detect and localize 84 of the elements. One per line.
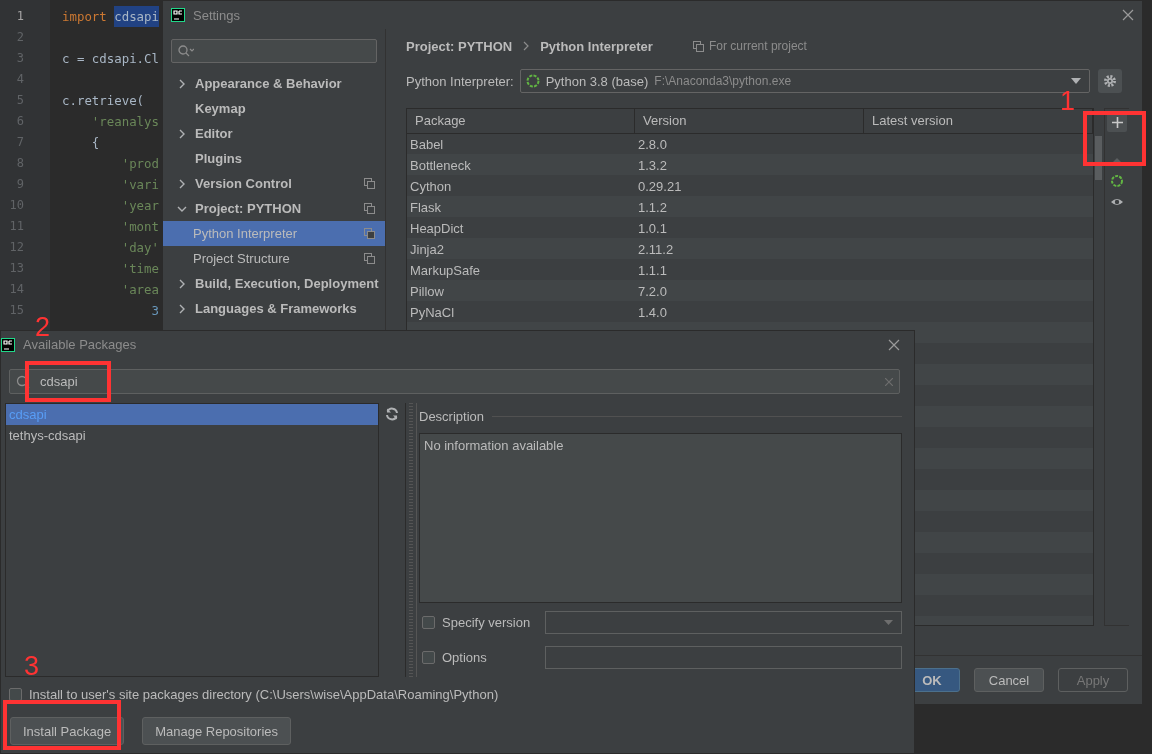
table-cell-text: 1.1.1 (637, 262, 668, 280)
chevron-icon[interactable] (177, 78, 187, 89)
column-header[interactable]: Package (407, 109, 635, 133)
column-header[interactable]: Latest version (864, 109, 1093, 133)
column-header[interactable]: Version (635, 109, 864, 133)
checkbox-label: Specify version (442, 615, 532, 630)
dialog-button[interactable]: Cancel (974, 668, 1044, 692)
scrollbar-thumb[interactable] (1095, 136, 1102, 180)
chevron-icon (522, 41, 531, 51)
chevron-icon[interactable] (177, 178, 187, 189)
sidebar-item[interactable]: Appearance & Behavior (163, 71, 385, 96)
sidebar-item[interactable]: Editor (163, 121, 385, 146)
sidebar-item[interactable]: Version Control (163, 171, 385, 196)
checkbox[interactable] (422, 616, 435, 629)
table-cell-text: 1.3.2 (637, 157, 668, 175)
breadcrumb-item[interactable]: Python Interpreter (540, 38, 653, 54)
code-text: 'vari (120, 176, 159, 194)
table-cell-text: Flask (409, 199, 443, 217)
checkbox-label: Options (442, 650, 488, 665)
app-logo-icon (1, 337, 15, 352)
code-text: 'year (120, 197, 159, 215)
sidebar-item[interactable]: Keymap (163, 96, 385, 121)
settings-button[interactable] (1097, 69, 1122, 93)
search-field[interactable]: cdsapi (9, 369, 900, 394)
table-cell-text: Babel (409, 136, 445, 154)
code-text: 'area (120, 281, 159, 299)
table-cell-text: 1.4.0 (637, 304, 668, 322)
table-cell-text: MarkupSafe (409, 262, 482, 280)
highlight-frame (1083, 111, 1146, 166)
code-text: { (90, 134, 100, 152)
field-label: Python Interpreter: (406, 73, 514, 89)
app-logo-icon (171, 8, 185, 22)
chevron-icon[interactable] (177, 303, 187, 314)
table-cell-text: 1.0.1 (637, 220, 668, 238)
code-text: 3 (150, 302, 159, 320)
sidebar-item[interactable]: Languages & Frameworks (163, 296, 385, 321)
copy-icon (692, 40, 704, 52)
dropdown-arrow-icon (1070, 78, 1081, 84)
breadcrumb-item[interactable]: Project: PYTHON (406, 38, 513, 54)
options-field[interactable] (545, 646, 902, 669)
dialog-button[interactable]: Manage Repositories (142, 717, 292, 745)
table-cell-text: 1.1.2 (637, 199, 668, 217)
checkbox[interactable] (9, 687, 22, 701)
search-field[interactable] (171, 39, 377, 63)
checkbox[interactable] (422, 651, 435, 664)
table-cell-text: HeapDict (409, 220, 465, 238)
chevron-icon[interactable] (177, 278, 187, 289)
code-text: c = cdsapi.Cl (62, 50, 159, 68)
code-text: 'day' (120, 239, 159, 257)
dropdown-arrow-icon (884, 620, 893, 625)
sidebar-item[interactable]: Project Structure (163, 246, 385, 271)
table-cell-text: Pillow (409, 283, 445, 301)
gear-icon (1102, 74, 1117, 88)
window-title: Settings (193, 7, 240, 23)
sidebar-item[interactable]: Plugins (163, 146, 385, 171)
code-text: 'prod (120, 155, 159, 173)
table-cell-text: 2.8.0 (637, 136, 668, 154)
sidebar-item[interactable]: Project: PYTHON (163, 196, 385, 221)
table-cell-text: Cython (409, 178, 453, 196)
checkbox-label: Install to user's site packages directory (C:\Users\wise\AppData\Roaming\Python) (29, 686, 499, 702)
table-cell-text: Jinja2 (409, 241, 445, 259)
line-number: 1 (15, 8, 25, 25)
section-heading: Description (419, 408, 485, 424)
dialog-button[interactable]: Install Package (10, 717, 125, 745)
table-cell-text: 0.29.21 (637, 178, 683, 196)
code-text: import (62, 8, 108, 26)
close-icon[interactable] (1122, 9, 1134, 21)
chevron-icon[interactable] (177, 128, 187, 139)
scope-label: For current project (708, 39, 807, 53)
list-item[interactable]: tethys-cdsapi (6, 425, 378, 446)
code-text: 'time (120, 260, 159, 278)
sidebar-item[interactable]: Build, Execution, Deployment (163, 271, 385, 296)
step-number: 3 (24, 653, 40, 680)
table-cell-text: 2.11.2 (637, 241, 675, 259)
code-text: 'reanalys (90, 113, 159, 131)
table-cell-text: 7.2.0 (637, 283, 668, 301)
table-cell-text: Bottleneck (409, 157, 472, 175)
search-icon (178, 45, 194, 57)
table-cell-text: PyNaCl (409, 304, 456, 322)
close-icon[interactable] (888, 338, 900, 351)
description-text: No information available (419, 433, 902, 603)
code-text: c.retrieve( (62, 92, 145, 110)
code-text: 'mont (120, 218, 159, 236)
code-text: cdsapi (114, 6, 159, 27)
